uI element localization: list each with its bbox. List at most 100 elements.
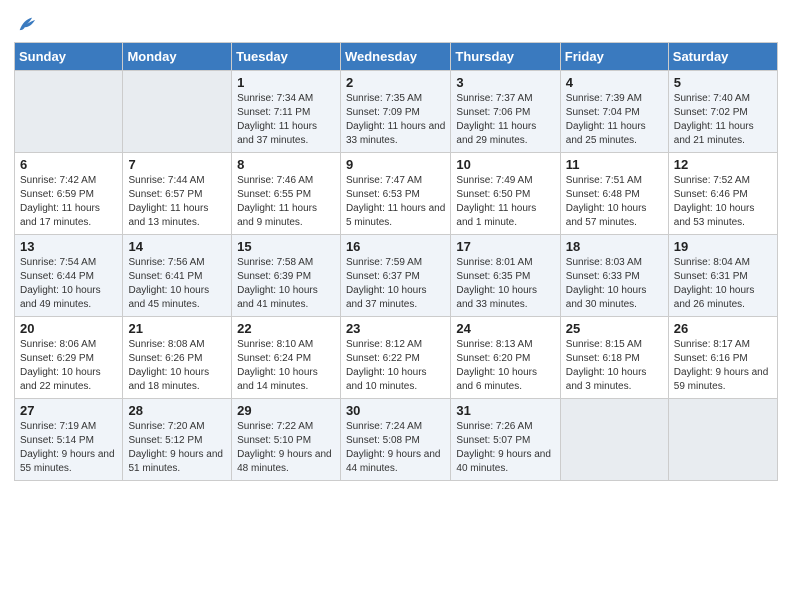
calendar-cell: 4Sunrise: 7:39 AMSunset: 7:04 PMDaylight… xyxy=(560,71,668,153)
calendar-cell: 6Sunrise: 7:42 AMSunset: 6:59 PMDaylight… xyxy=(15,153,123,235)
calendar-cell: 24 Sunrise: 8:13 AMSunset: 6:20 PMDayligh… xyxy=(451,317,560,399)
calendar-cell: 5 Sunrise: 7:40 AMSunset: 7:02 PMDaylight… xyxy=(668,71,777,153)
day-info: Sunrise: 7:42 AMSunset: 6:59 PMDaylight:… xyxy=(20,174,117,230)
logo-bird-icon xyxy=(16,14,38,36)
calendar-cell xyxy=(15,71,123,153)
day-info: Sunrise: 8:15 AMSunset: 6:18 PMDaylight:… xyxy=(566,338,663,394)
calendar-cell: 22 Sunrise: 8:10 AMSunset: 6:24 PMDayligh… xyxy=(232,317,341,399)
day-number: 25 xyxy=(566,321,663,336)
day-number: 16 xyxy=(346,239,445,254)
calendar-cell: 19Sunrise: 8:04 AMSunset: 6:31 PMDayligh… xyxy=(668,235,777,317)
day-number: 8 xyxy=(237,157,335,172)
day-info: Sunrise: 7:49 AMSunset: 6:50 PMDaylight:… xyxy=(456,174,554,230)
day-info: Sunrise: 7:40 AMSunset: 7:02 PMDaylight:… xyxy=(674,92,772,148)
day-number: 23 xyxy=(346,321,445,336)
day-info: Sunrise: 7:47 AMSunset: 6:53 PMDaylight:… xyxy=(346,174,445,230)
day-number: 30 xyxy=(346,403,445,418)
calendar-cell: 14Sunrise: 7:56 AMSunset: 6:41 PMDayligh… xyxy=(123,235,232,317)
day-info: Sunrise: 7:34 AMSunset: 7:11 PMDaylight:… xyxy=(237,92,335,148)
day-number: 27 xyxy=(20,403,117,418)
day-info: Sunrise: 8:17 AMSunset: 6:16 PMDaylight:… xyxy=(674,338,772,394)
calendar-cell: 26 Sunrise: 8:17 AMSunset: 6:16 PMDayligh… xyxy=(668,317,777,399)
calendar-cell: 17 Sunrise: 8:01 AMSunset: 6:35 PMDayligh… xyxy=(451,235,560,317)
calendar-cell: 21 Sunrise: 8:08 AMSunset: 6:26 PMDayligh… xyxy=(123,317,232,399)
day-header-friday: Friday xyxy=(560,43,668,71)
calendar-cell: 23 Sunrise: 8:12 AMSunset: 6:22 PMDayligh… xyxy=(340,317,450,399)
day-number: 15 xyxy=(237,239,335,254)
day-info: Sunrise: 7:35 AMSunset: 7:09 PMDaylight:… xyxy=(346,92,445,148)
calendar-week-row: 1Sunrise: 7:34 AMSunset: 7:11 PMDaylight… xyxy=(15,71,778,153)
day-header-sunday: Sunday xyxy=(15,43,123,71)
day-header-wednesday: Wednesday xyxy=(340,43,450,71)
calendar-cell: 20Sunrise: 8:06 AMSunset: 6:29 PMDayligh… xyxy=(15,317,123,399)
calendar-cell: 1Sunrise: 7:34 AMSunset: 7:11 PMDaylight… xyxy=(232,71,341,153)
day-number: 28 xyxy=(128,403,226,418)
day-number: 22 xyxy=(237,321,335,336)
day-info: Sunrise: 8:06 AMSunset: 6:29 PMDaylight:… xyxy=(20,338,117,394)
calendar-cell: 13 Sunrise: 7:54 AMSunset: 6:44 PMDayligh… xyxy=(15,235,123,317)
calendar-cell: 12 Sunrise: 7:52 AMSunset: 6:46 PMDayligh… xyxy=(668,153,777,235)
calendar-week-row: 6Sunrise: 7:42 AMSunset: 6:59 PMDaylight… xyxy=(15,153,778,235)
page: SundayMondayTuesdayWednesdayThursdayFrid… xyxy=(0,0,792,612)
day-info: Sunrise: 7:59 AMSunset: 6:37 PMDaylight:… xyxy=(346,256,445,312)
calendar-cell: 9 Sunrise: 7:47 AMSunset: 6:53 PMDaylight… xyxy=(340,153,450,235)
calendar-cell: 11Sunrise: 7:51 AMSunset: 6:48 PMDayligh… xyxy=(560,153,668,235)
day-number: 17 xyxy=(456,239,554,254)
day-number: 7 xyxy=(128,157,226,172)
day-number: 24 xyxy=(456,321,554,336)
day-number: 2 xyxy=(346,75,445,90)
day-info: Sunrise: 7:46 AMSunset: 6:55 PMDaylight:… xyxy=(237,174,335,230)
day-number: 3 xyxy=(456,75,554,90)
day-number: 26 xyxy=(674,321,772,336)
day-info: Sunrise: 7:26 AMSunset: 5:07 PMDaylight:… xyxy=(456,420,554,476)
calendar-cell: 8 Sunrise: 7:46 AMSunset: 6:55 PMDaylight… xyxy=(232,153,341,235)
calendar-cell: 2 Sunrise: 7:35 AMSunset: 7:09 PMDaylight… xyxy=(340,71,450,153)
day-header-saturday: Saturday xyxy=(668,43,777,71)
calendar-cell: 30 Sunrise: 7:24 AMSunset: 5:08 PMDayligh… xyxy=(340,399,450,481)
calendar-cell: 29Sunrise: 7:22 AMSunset: 5:10 PMDayligh… xyxy=(232,399,341,481)
day-number: 21 xyxy=(128,321,226,336)
day-info: Sunrise: 7:54 AMSunset: 6:44 PMDaylight:… xyxy=(20,256,117,312)
calendar-cell: 18 Sunrise: 8:03 AMSunset: 6:33 PMDayligh… xyxy=(560,235,668,317)
day-header-tuesday: Tuesday xyxy=(232,43,341,71)
day-info: Sunrise: 8:13 AMSunset: 6:20 PMDaylight:… xyxy=(456,338,554,394)
day-info: Sunrise: 7:39 AMSunset: 7:04 PMDaylight:… xyxy=(566,92,663,148)
day-number: 19 xyxy=(674,239,772,254)
day-number: 18 xyxy=(566,239,663,254)
calendar-cell xyxy=(123,71,232,153)
calendar-week-row: 27 Sunrise: 7:19 AMSunset: 5:14 PMDayligh… xyxy=(15,399,778,481)
day-info: Sunrise: 7:19 AMSunset: 5:14 PMDaylight:… xyxy=(20,420,117,476)
calendar-cell: 28 Sunrise: 7:20 AMSunset: 5:12 PMDayligh… xyxy=(123,399,232,481)
calendar-cell: 3Sunrise: 7:37 AMSunset: 7:06 PMDaylight… xyxy=(451,71,560,153)
day-info: Sunrise: 7:20 AMSunset: 5:12 PMDaylight:… xyxy=(128,420,226,476)
day-info: Sunrise: 8:10 AMSunset: 6:24 PMDaylight:… xyxy=(237,338,335,394)
day-number: 13 xyxy=(20,239,117,254)
day-header-thursday: Thursday xyxy=(451,43,560,71)
day-number: 5 xyxy=(674,75,772,90)
day-number: 11 xyxy=(566,157,663,172)
calendar-week-row: 13 Sunrise: 7:54 AMSunset: 6:44 PMDayligh… xyxy=(15,235,778,317)
logo xyxy=(14,14,38,36)
day-number: 9 xyxy=(346,157,445,172)
day-info: Sunrise: 8:08 AMSunset: 6:26 PMDaylight:… xyxy=(128,338,226,394)
calendar-cell: 31Sunrise: 7:26 AMSunset: 5:07 PMDayligh… xyxy=(451,399,560,481)
day-number: 14 xyxy=(128,239,226,254)
calendar-cell: 27 Sunrise: 7:19 AMSunset: 5:14 PMDayligh… xyxy=(15,399,123,481)
calendar-week-row: 20Sunrise: 8:06 AMSunset: 6:29 PMDayligh… xyxy=(15,317,778,399)
day-number: 29 xyxy=(237,403,335,418)
header xyxy=(14,10,778,36)
day-header-monday: Monday xyxy=(123,43,232,71)
day-info: Sunrise: 8:03 AMSunset: 6:33 PMDaylight:… xyxy=(566,256,663,312)
calendar-cell: 10Sunrise: 7:49 AMSunset: 6:50 PMDayligh… xyxy=(451,153,560,235)
day-info: Sunrise: 8:12 AMSunset: 6:22 PMDaylight:… xyxy=(346,338,445,394)
calendar-cell: 7 Sunrise: 7:44 AMSunset: 6:57 PMDaylight… xyxy=(123,153,232,235)
day-info: Sunrise: 7:44 AMSunset: 6:57 PMDaylight:… xyxy=(128,174,226,230)
day-info: Sunrise: 7:24 AMSunset: 5:08 PMDaylight:… xyxy=(346,420,445,476)
calendar-cell xyxy=(668,399,777,481)
calendar-cell: 15 Sunrise: 7:58 AMSunset: 6:39 PMDayligh… xyxy=(232,235,341,317)
calendar-header-row: SundayMondayTuesdayWednesdayThursdayFrid… xyxy=(15,43,778,71)
day-number: 12 xyxy=(674,157,772,172)
day-info: Sunrise: 8:01 AMSunset: 6:35 PMDaylight:… xyxy=(456,256,554,312)
day-info: Sunrise: 7:58 AMSunset: 6:39 PMDaylight:… xyxy=(237,256,335,312)
day-info: Sunrise: 7:52 AMSunset: 6:46 PMDaylight:… xyxy=(674,174,772,230)
